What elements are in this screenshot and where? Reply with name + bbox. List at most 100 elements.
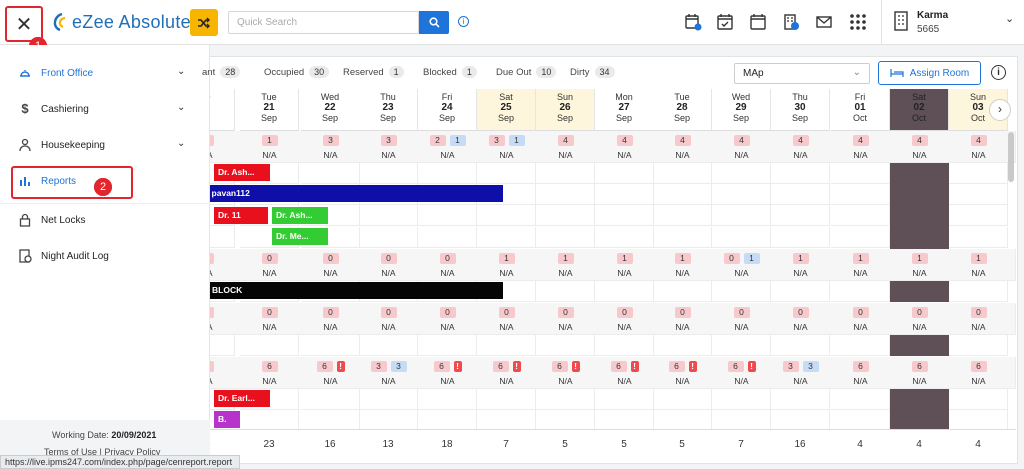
date-header[interactable]: Tue 21 Sep — [240, 89, 299, 131]
room-cell[interactable] — [712, 410, 771, 431]
stat-due-out[interactable]: Due Out 10 — [496, 66, 557, 78]
room-cell[interactable] — [536, 389, 595, 410]
search-input[interactable]: Quick Search — [228, 11, 419, 34]
room-cell[interactable] — [712, 163, 771, 184]
room-cell[interactable] — [949, 205, 1008, 226]
room-cell[interactable] — [418, 410, 477, 431]
room-cell[interactable] — [359, 163, 418, 184]
room-cell[interactable] — [712, 281, 771, 302]
room-cell[interactable] — [949, 335, 1008, 356]
room-cell[interactable] — [477, 389, 536, 410]
room-cell[interactable] — [831, 335, 890, 356]
room-cell[interactable] — [949, 410, 1008, 431]
room-cell[interactable] — [771, 389, 830, 410]
room-cell[interactable] — [831, 205, 890, 226]
room-cell[interactable] — [595, 163, 654, 184]
user-menu[interactable]: Karma 5665 ⌄ — [881, 0, 1024, 45]
room-cell[interactable] — [831, 281, 890, 302]
date-header[interactable]: Wed 22 Sep — [301, 89, 360, 131]
room-cell[interactable] — [359, 227, 418, 248]
room-cell[interactable] — [831, 184, 890, 205]
stat-occupied[interactable]: Occupied 30 — [264, 66, 330, 78]
room-cell[interactable] — [301, 335, 360, 356]
room-cell[interactable] — [418, 163, 477, 184]
sidebar-item-net-locks[interactable]: Net Locks — [0, 203, 210, 239]
booking-bar[interactable]: B. — [214, 411, 240, 428]
room-cell[interactable] — [712, 227, 771, 248]
room-cell[interactable] — [831, 410, 890, 431]
booking-bar[interactable]: Dr. Earl... — [214, 390, 270, 407]
room-cell[interactable] — [653, 281, 712, 302]
date-header[interactable]: Thu 23 Sep — [359, 89, 418, 131]
date-header[interactable]: Fri 24 Sep — [418, 89, 477, 131]
room-cell[interactable] — [210, 335, 235, 356]
sidebar-item-housekeeping[interactable]: Housekeeping ⌄ — [0, 128, 210, 164]
scrollbar[interactable] — [1008, 132, 1014, 182]
room-cell[interactable] — [595, 335, 654, 356]
switch-property-button[interactable] — [190, 9, 218, 36]
date-header[interactable]: Sat 02 Oct — [890, 89, 949, 131]
info-icon[interactable]: i — [991, 65, 1006, 80]
assign-room-button[interactable]: Assign Room — [878, 61, 981, 85]
stat-vacant[interactable]: ant 28 — [202, 66, 241, 78]
room-cell[interactable] — [536, 184, 595, 205]
room-cell[interactable] — [949, 389, 1008, 410]
room-cell[interactable] — [949, 163, 1008, 184]
room-cell[interactable] — [831, 389, 890, 410]
stat-blocked[interactable]: Blocked 1 — [423, 66, 477, 78]
room-cell[interactable] — [359, 205, 418, 226]
booking-bar[interactable]: Dr. Ash... — [214, 164, 270, 181]
sidebar-item-cashiering[interactable]: $ Cashiering ⌄ — [0, 92, 210, 128]
room-cell[interactable] — [712, 205, 771, 226]
stat-dirty[interactable]: Dirty 34 — [570, 66, 615, 78]
room-cell[interactable] — [949, 227, 1008, 248]
room-cell[interactable] — [359, 389, 418, 410]
room-cell[interactable] — [418, 389, 477, 410]
room-cell[interactable] — [477, 335, 536, 356]
room-cell[interactable] — [771, 205, 830, 226]
room-cell[interactable] — [477, 410, 536, 431]
room-cell[interactable] — [949, 281, 1008, 302]
room-cell[interactable] — [712, 335, 771, 356]
room-cell[interactable] — [595, 389, 654, 410]
app-logo[interactable]: eZee Absolute — [50, 11, 191, 33]
date-header[interactable]: Sun 26 Sep — [536, 89, 595, 131]
room-cell[interactable] — [712, 389, 771, 410]
room-cell[interactable] — [477, 227, 536, 248]
booking-bar[interactable]: Dr. Me... — [272, 228, 328, 245]
room-cell[interactable] — [653, 163, 712, 184]
room-cell[interactable] — [653, 389, 712, 410]
room-cell[interactable] — [301, 410, 360, 431]
room-cell[interactable] — [210, 227, 235, 248]
info-icon[interactable]: i — [458, 16, 469, 27]
stat-reserved[interactable]: Reserved 1 — [343, 66, 404, 78]
booking-bar[interactable]: r. pavan112 — [210, 185, 503, 202]
room-cell[interactable] — [536, 335, 595, 356]
date-header[interactable]: Wed 29 Sep — [712, 89, 771, 131]
room-cell[interactable] — [771, 227, 830, 248]
room-cell[interactable] — [831, 163, 890, 184]
search-button[interactable] — [419, 11, 449, 34]
room-cell[interactable] — [595, 184, 654, 205]
room-cell[interactable] — [536, 410, 595, 431]
calendar-add-icon[interactable] — [684, 13, 702, 31]
next-dates-button[interactable]: › — [989, 99, 1011, 121]
room-cell[interactable] — [536, 281, 595, 302]
room-cell[interactable] — [536, 205, 595, 226]
calendar-icon[interactable] — [749, 13, 767, 31]
mail-icon[interactable] — [815, 13, 833, 31]
room-cell[interactable] — [771, 335, 830, 356]
room-cell[interactable] — [359, 410, 418, 431]
room-cell[interactable] — [712, 184, 771, 205]
room-cell[interactable] — [771, 410, 830, 431]
room-cell[interactable] — [536, 227, 595, 248]
date-header[interactable]: Tue 28 Sep — [653, 89, 712, 131]
building-dollar-icon[interactable] — [782, 13, 800, 31]
date-header[interactable]: Mon 27 Sep — [595, 89, 654, 131]
room-cell[interactable] — [653, 205, 712, 226]
room-cell[interactable] — [301, 163, 360, 184]
apps-grid-icon[interactable] — [849, 13, 867, 31]
room-cell[interactable] — [595, 227, 654, 248]
room-cell[interactable] — [595, 281, 654, 302]
map-select[interactable]: MAp ⌄ — [734, 63, 870, 84]
